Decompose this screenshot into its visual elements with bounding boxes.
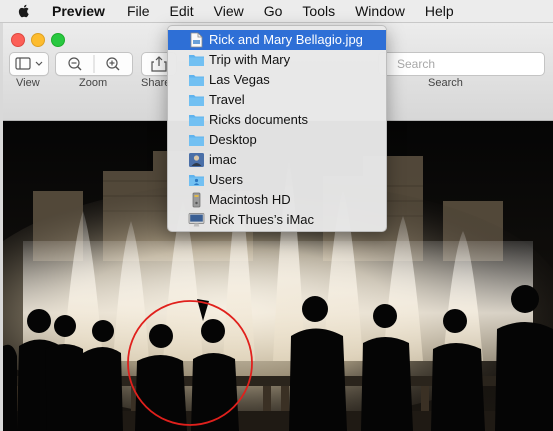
menu-bar: Preview File Edit View Go Tools Window H… <box>0 0 553 23</box>
menu-edit[interactable]: Edit <box>170 3 194 19</box>
hard-drive-icon <box>192 192 201 208</box>
menu-view[interactable]: View <box>214 3 244 19</box>
menu-tools[interactable]: Tools <box>302 3 335 19</box>
path-item-computer[interactable]: Rick Thues’s iMac <box>168 210 386 230</box>
folder-icon <box>189 95 204 106</box>
sidebar-icon <box>15 57 43 70</box>
search-placeholder: Search <box>397 57 436 71</box>
path-menu: Rick and Mary Bellagio.jpg Trip with Mar… <box>167 25 387 232</box>
menu-file[interactable]: File <box>127 3 150 19</box>
path-item-label: Las Vegas <box>209 72 270 87</box>
zoom-label: Zoom <box>79 77 108 89</box>
users-folder-icon <box>189 175 204 186</box>
menu-app-preview[interactable]: Preview <box>52 3 105 19</box>
apple-menu-icon[interactable] <box>16 3 32 19</box>
zoom-out-icon[interactable] <box>68 57 82 71</box>
view-label: View <box>16 77 40 89</box>
path-item-folder[interactable]: Trip with Mary <box>168 50 386 70</box>
user-home-icon <box>189 153 204 167</box>
path-item-label: imac <box>209 152 237 167</box>
menu-go[interactable]: Go <box>264 3 283 19</box>
path-item-disk[interactable]: Macintosh HD <box>168 190 386 210</box>
menu-help[interactable]: Help <box>425 3 454 19</box>
path-item-file[interactable]: Rick and Mary Bellagio.jpg <box>168 30 386 50</box>
path-item-label: Rick Thues’s iMac <box>209 212 314 227</box>
search-field[interactable]: Search <box>378 52 545 76</box>
zoom-control <box>55 52 133 76</box>
minimize-window-button[interactable] <box>31 33 45 47</box>
path-item-home[interactable]: imac <box>168 150 386 170</box>
jpg-file-icon <box>190 32 203 48</box>
search-label: Search <box>428 77 463 89</box>
view-menu-button[interactable] <box>9 52 49 76</box>
zoom-in-icon[interactable] <box>106 57 120 71</box>
folder-icon <box>189 135 204 146</box>
path-item-folder[interactable]: Ricks documents <box>168 110 386 130</box>
close-window-button[interactable] <box>11 33 25 47</box>
zoom-window-button[interactable] <box>51 33 65 47</box>
path-item-label: Desktop <box>209 132 257 147</box>
folder-icon <box>189 115 204 126</box>
path-item-folder[interactable]: Las Vegas <box>168 70 386 90</box>
share-label: Share <box>141 77 171 89</box>
path-item-label: Ricks documents <box>209 112 308 127</box>
path-item-folder[interactable]: Desktop <box>168 130 386 150</box>
path-item-folder[interactable]: Travel <box>168 90 386 110</box>
path-item-label: Users <box>209 172 243 187</box>
path-item-label: Macintosh HD <box>209 192 291 207</box>
path-item-users[interactable]: Users <box>168 170 386 190</box>
path-item-label: Trip with Mary <box>209 52 291 67</box>
folder-icon <box>189 55 204 66</box>
imac-computer-icon <box>188 213 205 227</box>
menu-window[interactable]: Window <box>355 3 405 19</box>
path-item-label: Rick and Mary Bellagio.jpg <box>209 32 363 47</box>
path-item-label: Travel <box>209 92 245 107</box>
folder-icon <box>189 75 204 86</box>
